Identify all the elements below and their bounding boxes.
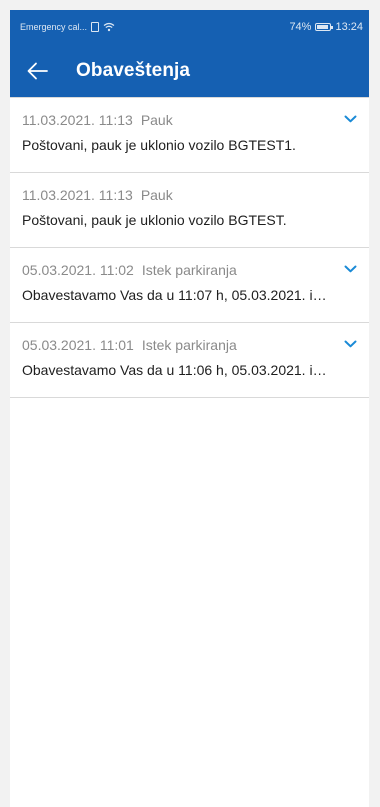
notification-list: 11.03.2021. 11:13 Pauk Poštovani, pauk je… (10, 97, 369, 398)
chevron-down-icon[interactable] (343, 264, 357, 274)
notification-category: Pauk (140, 187, 173, 203)
notification-category: Istek parkiranja (141, 262, 237, 278)
notification-item[interactable]: 05.03.2021. 11:02 Istek parkiranja Obaves… (10, 248, 369, 323)
sim-card-icon (91, 22, 100, 32)
status-right: 74% 13:24 (289, 21, 363, 33)
phone-screen: Emergency cal... 74% 13:24 Obaveštenja 1… (10, 10, 369, 807)
notification-message: Obavestavamo Vas da u 11:06 h, 05.03.202… (22, 362, 333, 378)
notification-meta: 11.03.2021. 11:13 Pauk (22, 112, 333, 128)
page-title: Obaveštenja (76, 59, 191, 81)
notification-datetime: 11.03.2021. 11:13 (22, 187, 133, 203)
battery-icon (315, 23, 334, 31)
notification-category: Pauk (140, 112, 173, 128)
status-left: Emergency cal... (20, 22, 115, 32)
battery-percent: 74% (289, 21, 312, 33)
notification-datetime: 11.03.2021. 11:13 (22, 112, 133, 128)
notification-meta: 11.03.2021. 11:13 Pauk (22, 187, 333, 203)
notification-datetime: 05.03.2021. 11:02 (22, 262, 134, 278)
chevron-down-icon[interactable] (343, 339, 357, 349)
notification-datetime: 05.03.2021. 11:01 (22, 337, 134, 353)
carrier-text: Emergency cal... (20, 22, 88, 32)
wifi-icon (103, 22, 115, 32)
clock: 13:24 (335, 21, 363, 33)
notification-message: Poštovani, pauk je uklonio vozilo BGTEST… (22, 137, 296, 153)
notification-message: Poštovani, pauk je uklonio vozilo BGTEST… (22, 212, 287, 228)
notification-category: Istek parkiranja (141, 337, 237, 353)
notification-item[interactable]: 11.03.2021. 11:13 Pauk Poštovani, pauk je… (10, 173, 369, 248)
notification-meta: 05.03.2021. 11:01 Istek parkiranja (22, 337, 333, 353)
notification-meta: 05.03.2021. 11:02 Istek parkiranja (22, 262, 333, 278)
status-bar: Emergency cal... 74% 13:24 (10, 10, 369, 44)
chevron-down-icon[interactable] (343, 114, 357, 124)
notification-item[interactable]: 05.03.2021. 11:01 Istek parkiranja Obaves… (10, 323, 369, 398)
notification-item[interactable]: 11.03.2021. 11:13 Pauk Poštovani, pauk je… (10, 98, 369, 173)
app-bar: Obaveštenja (10, 44, 369, 97)
notification-message: Obavestavamo Vas da u 11:07 h, 05.03.202… (22, 287, 333, 303)
arrow-left-icon[interactable] (24, 58, 50, 84)
